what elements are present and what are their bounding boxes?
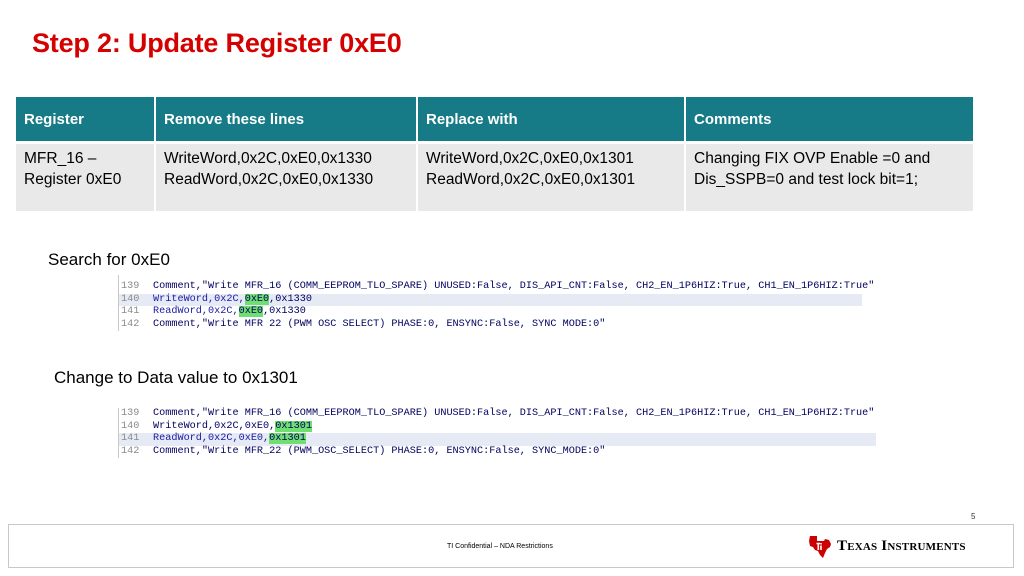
cell-line: Register 0xE0: [24, 171, 122, 188]
cell-register: MFR_16 – Register 0xE0: [16, 142, 156, 211]
search-code-snippet: 139 Comment,"Write MFR_16 (COMM_EEPROM_TL…: [118, 275, 874, 332]
header-comments: Comments: [685, 97, 973, 144]
code-row: 140 WriteWord,0x2C,0xE0,0x1301: [119, 420, 876, 434]
line-number: 141: [121, 433, 140, 445]
cell-line: ReadWord,0x2C,0xE0,0x1330: [164, 171, 374, 188]
code-row: 139 Comment,"Write MFR_16 (COMM_EEPROM_TL…: [119, 408, 876, 421]
code-row: 141 ReadWord,0x2C,0xE0,0x1330: [119, 306, 862, 319]
search-match-highlight: 0xE0: [238, 306, 264, 318]
code-text: ReadWord,0x2C,0xE0,: [153, 433, 270, 445]
code-text: ReadWord,0x2C,: [153, 306, 239, 318]
cell-line: Dis_SSPB=0 and test lock bit=1;: [694, 171, 919, 188]
line-number: 142: [121, 445, 140, 457]
cell-line: Changing FIX OVP Enable =0 and: [694, 150, 931, 167]
code-text: Comment,"Write MFR_22 (PWM_OSC_SELECT) P…: [153, 445, 606, 457]
line-number: 140: [121, 293, 140, 305]
cell-line: ReadWord,0x2C,0xE0,0x1301: [426, 171, 636, 188]
code-text: ,0x1330: [269, 293, 312, 305]
code-text: ,0x1330: [263, 306, 306, 318]
code-row: 141 ReadWord,0x2C,0xE0,0x1301: [119, 433, 876, 446]
code-text: WriteWord,0x2C,: [153, 293, 245, 305]
cell-line: WriteWord,0x2C,0xE0,0x1301: [426, 150, 634, 167]
header-register: Register: [16, 97, 156, 144]
cell-comments: Changing FIX OVP Enable =0 and Dis_SSPB=…: [685, 142, 973, 211]
line-number: 142: [121, 318, 140, 330]
data-value-highlight: 0x1301: [275, 420, 312, 432]
ti-logo: Texas Instruments: [808, 533, 966, 559]
line-number: 139: [121, 281, 140, 292]
cell-remove: WriteWord,0x2C,0xE0,0x1330 ReadWord,0x2C…: [155, 142, 418, 211]
texas-state-icon: [809, 536, 831, 558]
cell-line: MFR_16 –: [24, 150, 97, 167]
footer-confidential: TI Confidential – NDA Restrictions: [447, 543, 553, 550]
code-text: Comment,"Write MFR_16 (COMM_EEPROM_TLO_S…: [153, 281, 875, 292]
line-number: 141: [121, 306, 140, 318]
cell-replace: WriteWord,0x2C,0xE0,0x1301 ReadWord,0x2C…: [417, 142, 686, 211]
header-remove: Remove these lines: [155, 97, 418, 144]
change-caption: Change to Data value to 0x1301: [54, 368, 298, 387]
change-code-snippet: 139 Comment,"Write MFR_16 (COMM_EEPROM_TL…: [118, 408, 876, 459]
line-number: 140: [121, 420, 140, 432]
search-caption: Search for 0xE0: [48, 250, 170, 269]
ti-logo-text: Texas Instruments: [837, 537, 966, 554]
code-row: 142 Comment,"Write MFR 22 (PWM OSC SELECT…: [119, 319, 862, 332]
slide-title: Step 2: Update Register 0xE0: [32, 28, 402, 58]
code-text: Comment,"Write MFR_16 (COMM_EEPROM_TLO_S…: [153, 408, 875, 419]
page-number: 5: [971, 512, 976, 521]
line-number: 139: [121, 408, 140, 419]
code-text: WriteWord,0x2C,0xE0,: [153, 420, 276, 432]
table-row: MFR_16 – Register 0xE0 WriteWord,0x2C,0x…: [16, 142, 973, 211]
code-row: 142 Comment,"Write MFR_22 (PWM_OSC_SELECT…: [119, 446, 876, 459]
header-replace: Replace with: [417, 97, 686, 144]
code-row: 139 Comment,"Write MFR_16 (COMM_EEPROM_TL…: [119, 281, 874, 294]
register-table: Register Remove these lines Replace with…: [16, 97, 973, 211]
code-text: Comment,"Write MFR 22 (PWM OSC SELECT) P…: [153, 318, 606, 330]
data-value-highlight: 0x1301: [269, 433, 306, 445]
cell-line: WriteWord,0x2C,0xE0,0x1330: [164, 150, 372, 167]
code-row: 140 WriteWord,0x2C,0xE0,0x1330: [119, 293, 862, 307]
table-header-row: Register Remove these lines Replace with…: [16, 97, 973, 144]
search-match-highlight: 0xE0: [244, 293, 270, 305]
